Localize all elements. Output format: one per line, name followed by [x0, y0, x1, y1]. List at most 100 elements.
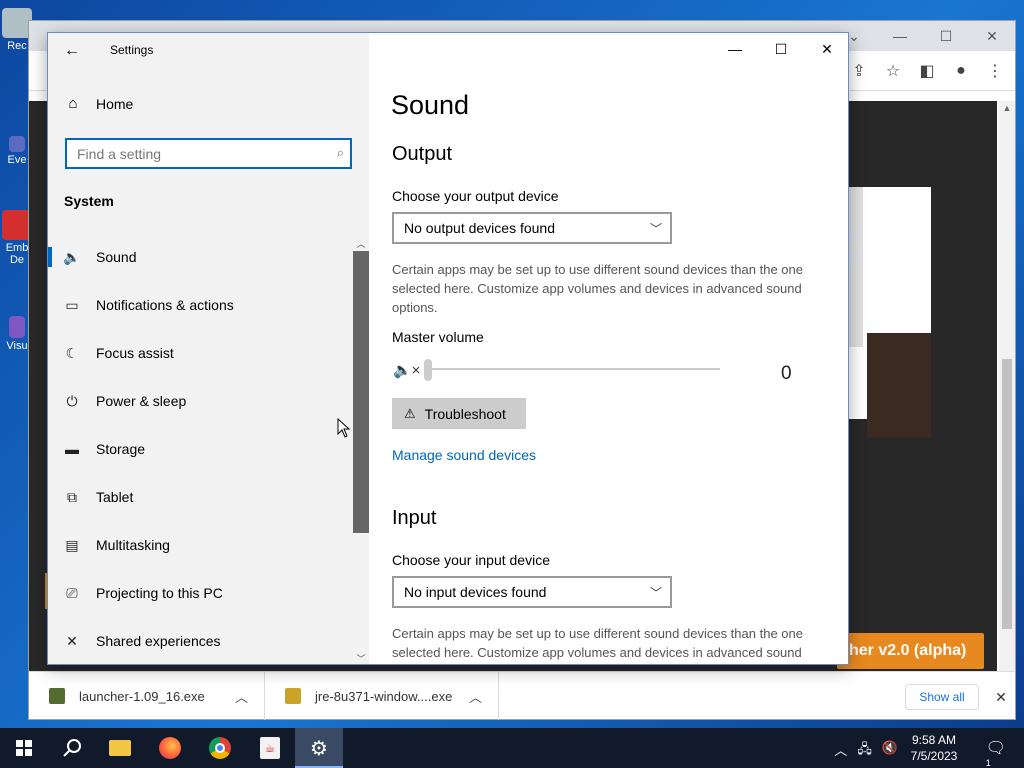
- sidepanel-icon[interactable]: ◧: [913, 57, 941, 85]
- nav-home-label: Home: [96, 95, 134, 112]
- nav-item-sound[interactable]: 🔈 Sound: [48, 236, 351, 278]
- nav-item-notifications[interactable]: ▭ Notifications & actions: [48, 284, 351, 326]
- minimize-icon[interactable]: —: [712, 33, 758, 65]
- network-icon[interactable]: 🖧: [857, 740, 872, 762]
- show-all-button[interactable]: Show all: [905, 684, 979, 710]
- gear-icon: ⚙: [310, 737, 328, 760]
- mouse-cursor-icon: [337, 418, 351, 438]
- taskbar-chrome[interactable]: [196, 728, 244, 768]
- manage-sound-devices-link[interactable]: Manage sound devices: [392, 447, 536, 463]
- file-icon: [285, 688, 301, 704]
- chevron-up-icon[interactable]: ︿: [834, 740, 847, 762]
- browser-scrollbar[interactable]: ▲ ▼: [999, 101, 1015, 681]
- clock-date: 7/5/2023: [910, 749, 958, 763]
- tablet-icon: ⧉: [67, 488, 77, 505]
- taskbar-file-explorer[interactable]: [96, 728, 144, 768]
- clock[interactable]: 9:58 AM 7/5/2023: [908, 732, 960, 764]
- input-heading: Input: [392, 507, 437, 529]
- search-icon[interactable]: ⌕: [337, 145, 344, 161]
- nav-item-focus-assist[interactable]: ☾ Focus assist: [48, 332, 351, 374]
- scroll-up-icon[interactable]: ▲: [999, 103, 1015, 113]
- nav-item-storage[interactable]: ▬ Storage: [48, 428, 351, 470]
- nav-item-label: Tablet: [96, 489, 134, 505]
- nav-scrollbar[interactable]: ︿ ﹀: [353, 237, 369, 664]
- menu-icon[interactable]: ⋮: [981, 57, 1009, 85]
- desktop-icon-label: Emb De: [5, 242, 29, 266]
- input-description: Certain apps may be set up to use differ…: [392, 626, 803, 660]
- chevron-up-icon[interactable]: ︿: [469, 687, 482, 706]
- browser-window-controls: ⌄ — ☐ ✕: [831, 21, 1015, 51]
- scroll-up-icon[interactable]: ︿: [353, 237, 369, 250]
- download-item[interactable]: jre-8u371-window....exe ︿: [265, 672, 499, 720]
- notification-icon: ▭: [65, 296, 79, 313]
- slider-track: [424, 368, 720, 370]
- power-icon: ⏻: [66, 392, 78, 409]
- content-image: [867, 333, 931, 438]
- start-button[interactable]: [0, 728, 48, 768]
- side-text: s ar: [849, 233, 859, 261]
- speaker-muted-icon[interactable]: 🔈×: [393, 361, 420, 379]
- search-input[interactable]: [67, 140, 327, 167]
- chevron-down-icon: ﹀: [649, 222, 662, 236]
- nav-item-label: Projecting to this PC: [96, 585, 223, 601]
- input-device-dropdown[interactable]: No input devices found ﹀: [392, 576, 672, 608]
- page-title: Sound: [391, 90, 470, 120]
- taskbar-firefox[interactable]: [146, 728, 194, 768]
- scrollbar-thumb[interactable]: [1002, 359, 1012, 629]
- visual-studio-icon: [9, 316, 25, 338]
- scrollbar-thumb[interactable]: [353, 251, 369, 533]
- window-title: Settings: [110, 43, 154, 57]
- output-heading: Output: [392, 143, 453, 165]
- nav-item-multitasking[interactable]: ▤ Multitasking: [48, 524, 351, 566]
- chevron-up-icon[interactable]: ︿: [235, 687, 248, 706]
- output-device-dropdown[interactable]: No output devices found ﹀: [392, 212, 672, 244]
- profile-icon[interactable]: ●: [947, 57, 975, 85]
- settings-content-pane: — ☐ ✕ Sound Output Choose your output de…: [369, 33, 848, 664]
- volume-muted-icon[interactable]: 🔇: [882, 740, 898, 762]
- desktop-icon-label: Eve: [7, 154, 27, 166]
- scroll-down-icon[interactable]: ﹀: [353, 652, 369, 664]
- close-icon[interactable]: ✕: [969, 21, 1015, 51]
- java-icon: ☕: [260, 737, 280, 759]
- nav-item-projecting[interactable]: ⎚ Projecting to this PC: [48, 572, 351, 614]
- star-icon[interactable]: ☆: [879, 57, 907, 85]
- master-volume-slider[interactable]: [424, 357, 720, 383]
- nav-item-label: Shared experiences: [96, 633, 221, 649]
- master-volume-label: Master volume: [392, 329, 484, 345]
- launcher-cta-button[interactable]: her v2.0 (alpha): [837, 633, 984, 669]
- input-device-label: Choose your input device: [392, 552, 550, 568]
- close-icon[interactable]: ✕: [991, 684, 1011, 710]
- maximize-icon[interactable]: ☐: [923, 21, 969, 51]
- projecting-icon: ⎚: [66, 584, 78, 601]
- troubleshoot-button[interactable]: ⚠ Troubleshoot: [392, 398, 526, 429]
- nav-item-power-sleep[interactable]: ⏻ Power & sleep: [48, 380, 351, 422]
- desktop-icon-label: Rec: [7, 40, 27, 52]
- download-bar: launcher-1.09_16.exe ︿ jre-8u371-window.…: [29, 671, 1015, 720]
- search-box[interactable]: ⌕: [65, 138, 352, 169]
- output-device-label: Choose your output device: [392, 188, 559, 204]
- minimize-icon[interactable]: —: [877, 21, 923, 51]
- back-arrow-icon[interactable]: ←: [62, 39, 82, 63]
- shared-experiences-icon: ✕: [66, 632, 78, 649]
- slider-thumb[interactable]: [424, 359, 432, 381]
- maximize-icon[interactable]: ☐: [758, 33, 804, 65]
- clock-time: 9:58 AM: [911, 733, 957, 747]
- warning-icon: ⚠: [404, 405, 416, 421]
- nav-item-shared-experiences[interactable]: ✕ Shared experiences: [48, 620, 351, 662]
- nav-item-label: Storage: [96, 441, 146, 457]
- taskbar-java[interactable]: ☕: [246, 728, 294, 768]
- nav-home[interactable]: ⌂ Home: [64, 95, 133, 112]
- taskbar-settings[interactable]: ⚙: [295, 728, 343, 768]
- nav-item-label: Focus assist: [96, 345, 174, 361]
- download-item[interactable]: launcher-1.09_16.exe ︿: [29, 672, 265, 720]
- nav-item-label: Notifications & actions: [96, 297, 234, 313]
- nav-item-label: Power & sleep: [96, 393, 187, 409]
- notification-center-icon[interactable]: 🗨1: [986, 738, 1006, 768]
- taskbar-search[interactable]: [48, 728, 96, 768]
- home-icon: ⌂: [68, 95, 78, 112]
- nav-item-tablet[interactable]: ⧉ Tablet: [48, 476, 351, 518]
- close-icon[interactable]: ✕: [804, 33, 848, 65]
- output-device-value: No output devices found: [404, 220, 555, 236]
- nav-section-title: System: [64, 193, 114, 209]
- share-icon[interactable]: ⇪: [845, 57, 873, 85]
